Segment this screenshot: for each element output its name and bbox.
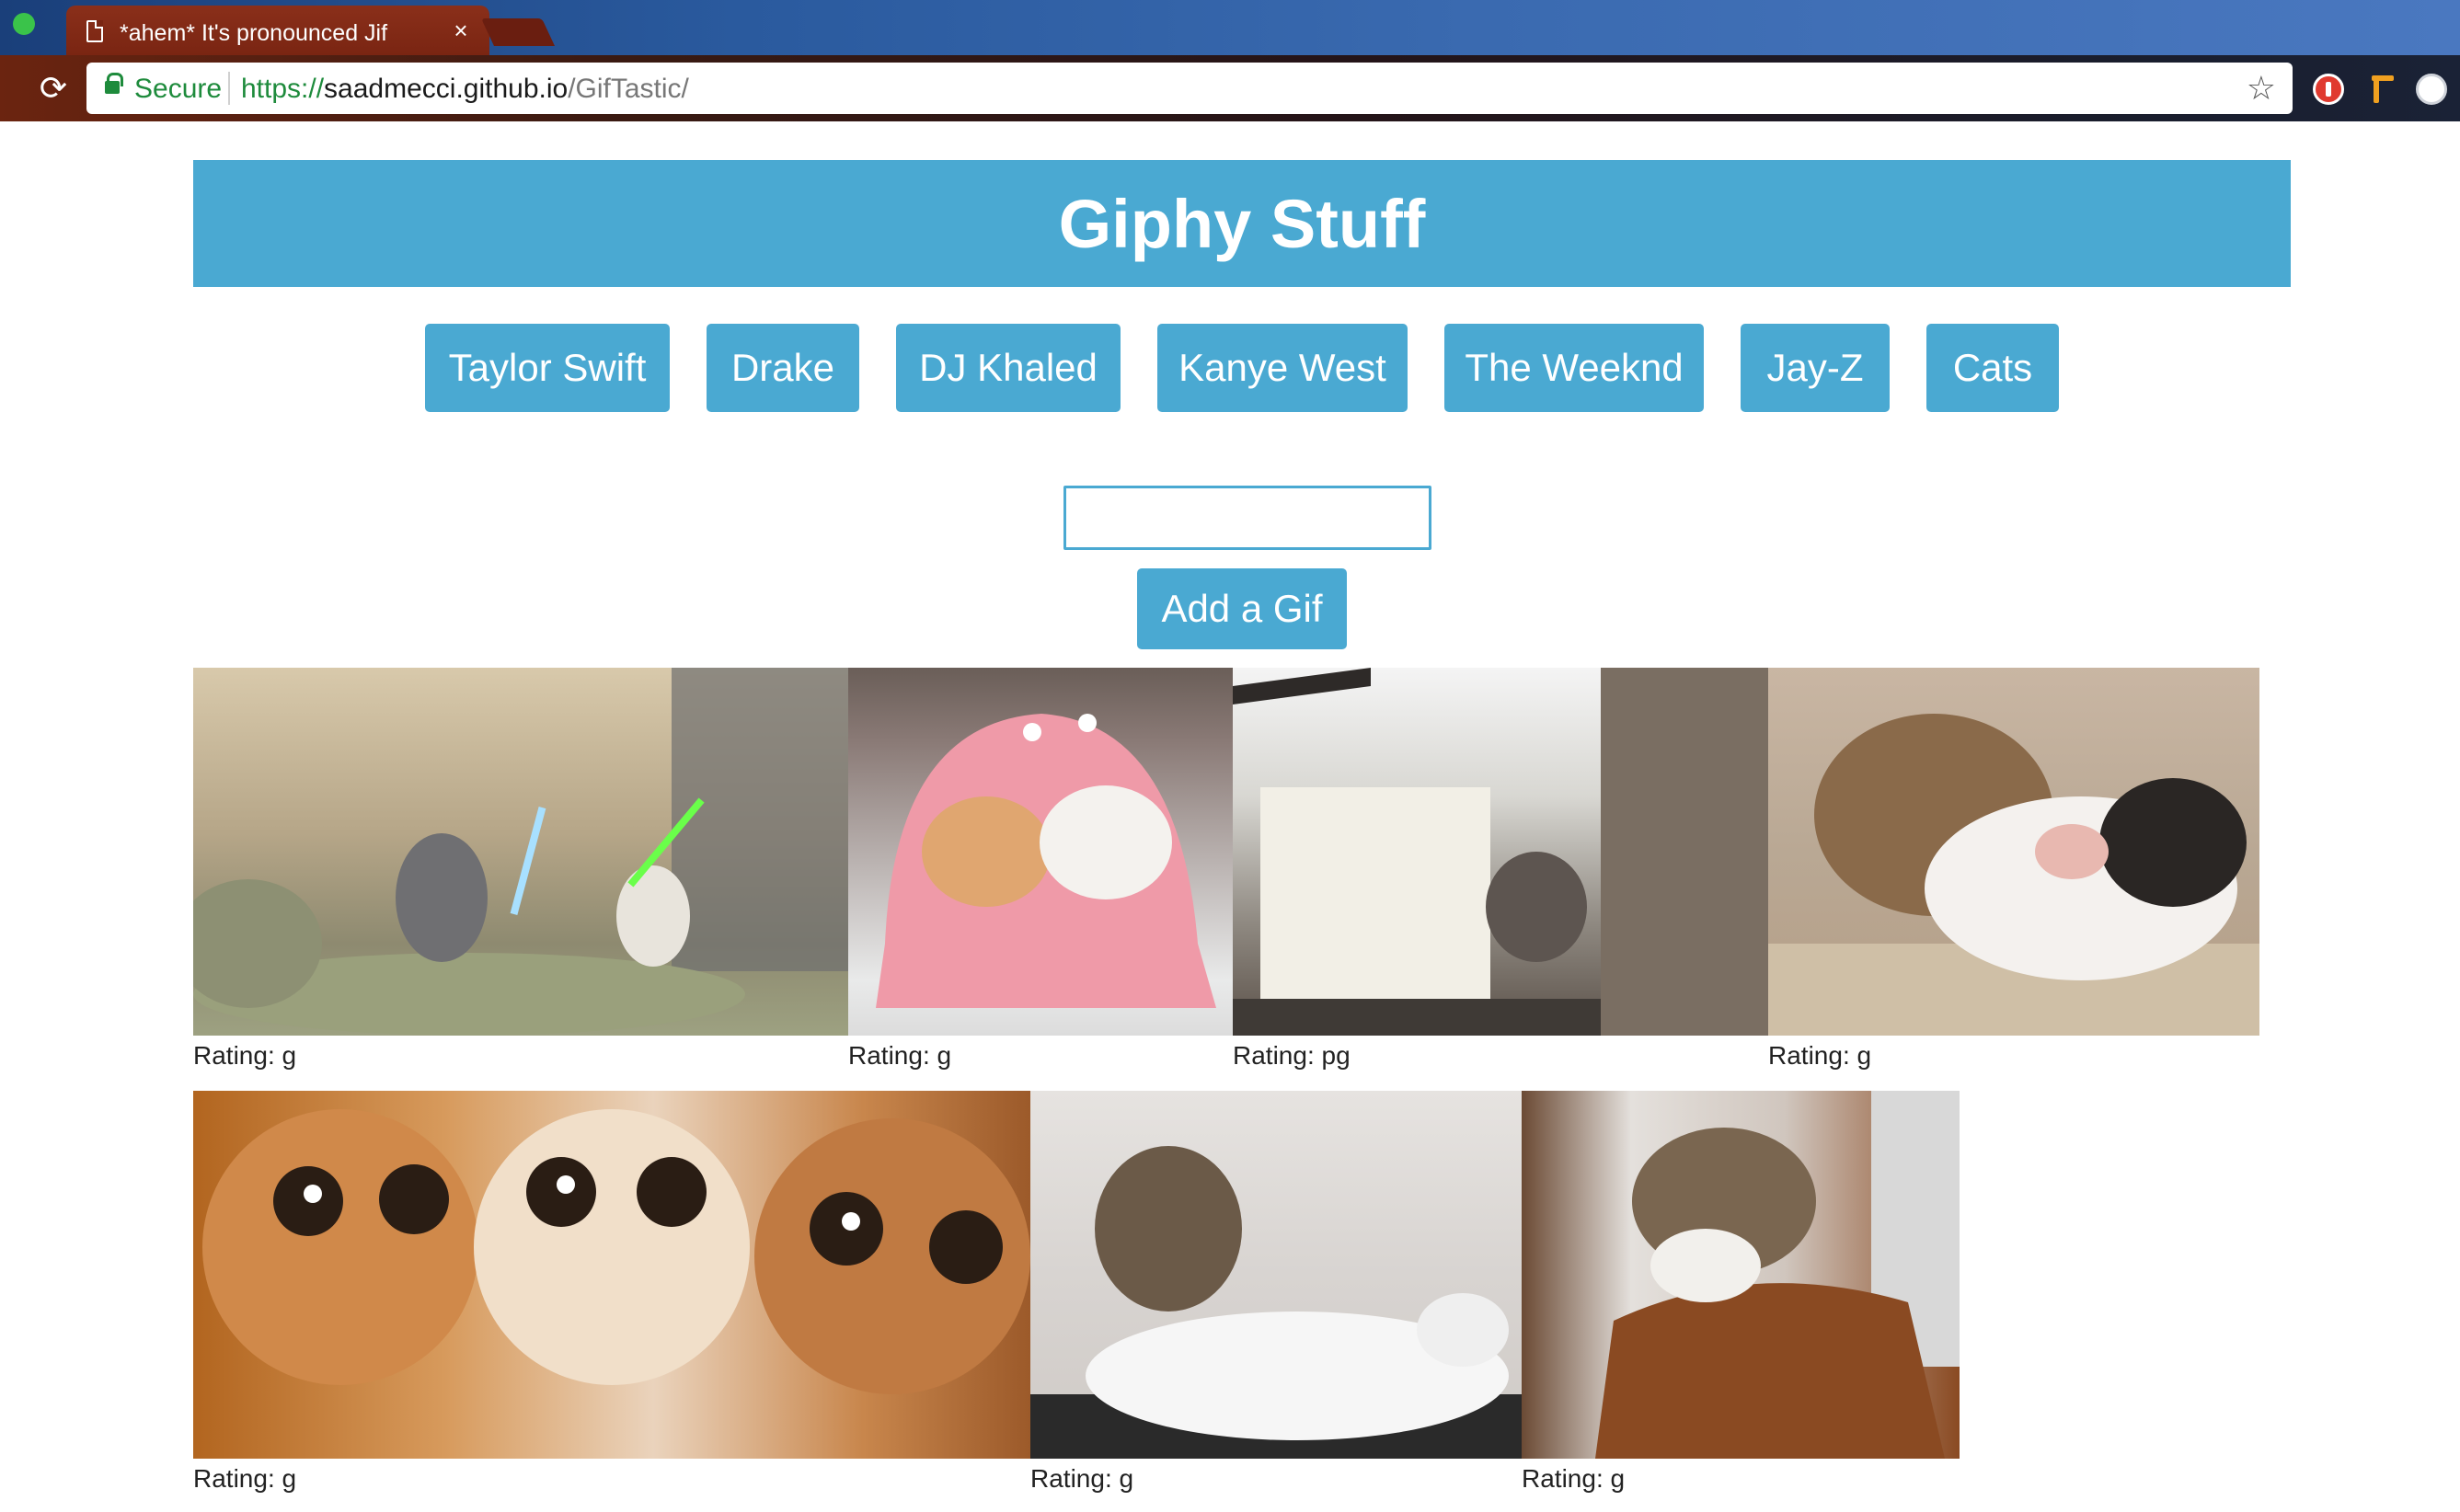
gif-rating: Rating: g bbox=[1030, 1464, 1134, 1493]
browser-toolbar: ⟳ Secure https://saadmecci.github.io/Gif… bbox=[0, 55, 2460, 121]
gif-image[interactable] bbox=[1522, 1091, 1960, 1459]
cat-lightsaber-gif bbox=[193, 668, 848, 1036]
pickaxe-extension-icon[interactable] bbox=[2368, 74, 2399, 105]
reload-icon[interactable]: ⟳ bbox=[35, 70, 72, 107]
page-icon bbox=[86, 20, 103, 42]
cat-window-gif bbox=[1233, 668, 1768, 1036]
search-input[interactable] bbox=[1063, 486, 1431, 550]
cats-cuddling-gif bbox=[1768, 714, 2259, 1036]
page-content: Giphy Stuff Taylor Swift Drake DJ Khaled… bbox=[0, 121, 2460, 1512]
page-title: Giphy Stuff bbox=[1058, 185, 1426, 262]
gif-image[interactable] bbox=[193, 668, 848, 1036]
puss-in-boots-kittens-gif bbox=[202, 1109, 1030, 1394]
browser-tab-bar: *ahem* It's pronounced Jif × bbox=[0, 0, 2460, 55]
browser-tab[interactable]: *ahem* It's pronounced Jif × bbox=[66, 6, 489, 55]
tab-title: *ahem* It's pronounced Jif bbox=[120, 20, 388, 46]
new-tab-button[interactable] bbox=[481, 18, 555, 46]
topic-button-kanye-west[interactable]: Kanye West bbox=[1157, 324, 1408, 412]
url-path: /GifTastic/ bbox=[568, 74, 689, 104]
topic-button-taylor-swift[interactable]: Taylor Swift bbox=[425, 324, 670, 412]
gif-rating: Rating: g bbox=[1768, 1041, 1872, 1070]
adblock-extension-icon[interactable] bbox=[2313, 74, 2344, 105]
profile-extension-icon[interactable] bbox=[2416, 74, 2447, 105]
cats-in-blanket-gif bbox=[876, 714, 1216, 1008]
window-zoom-icon[interactable] bbox=[13, 13, 35, 35]
url-text[interactable]: https://saadmecci.github.io/GifTastic/ bbox=[241, 74, 689, 105]
address-divider bbox=[228, 72, 230, 105]
url-scheme: https:// bbox=[241, 74, 325, 104]
header-banner: Giphy Stuff bbox=[193, 160, 2291, 287]
gif-rating: Rating: g bbox=[193, 1464, 297, 1493]
gif-rating: Rating: g bbox=[1522, 1464, 1626, 1493]
gif-rating: Rating: g bbox=[848, 1041, 952, 1070]
tab-close-icon[interactable]: × bbox=[447, 17, 475, 44]
gif-rating: Rating: pg bbox=[1233, 1041, 1351, 1070]
gif-rating: Rating: g bbox=[193, 1041, 297, 1070]
gif-image[interactable] bbox=[1233, 668, 1768, 1036]
topic-button-the-weeknd[interactable]: The Weeknd bbox=[1444, 324, 1704, 412]
topic-button-cats[interactable]: Cats bbox=[1926, 324, 2059, 412]
url-host: saadmecci.github.io bbox=[324, 74, 569, 104]
gif-image[interactable] bbox=[1030, 1091, 1522, 1459]
gif-image[interactable] bbox=[1768, 668, 2259, 1036]
address-bar[interactable]: Secure https://saadmecci.github.io/GifTa… bbox=[86, 63, 2293, 114]
secure-label: Secure bbox=[134, 74, 223, 104]
kitten-massage-gif bbox=[1030, 1146, 1522, 1459]
gif-image[interactable] bbox=[193, 1091, 1030, 1459]
cat-on-chair-gif bbox=[1595, 1091, 1960, 1459]
gif-image[interactable] bbox=[848, 668, 1233, 1036]
topic-button-dj-khaled[interactable]: DJ Khaled bbox=[896, 324, 1121, 412]
add-gif-button[interactable]: Add a Gif bbox=[1137, 568, 1347, 649]
topic-button-drake[interactable]: Drake bbox=[707, 324, 859, 412]
lock-icon bbox=[105, 73, 123, 94]
bookmark-star-icon[interactable]: ☆ bbox=[2247, 70, 2276, 107]
topic-button-jay-z[interactable]: Jay-Z bbox=[1741, 324, 1890, 412]
